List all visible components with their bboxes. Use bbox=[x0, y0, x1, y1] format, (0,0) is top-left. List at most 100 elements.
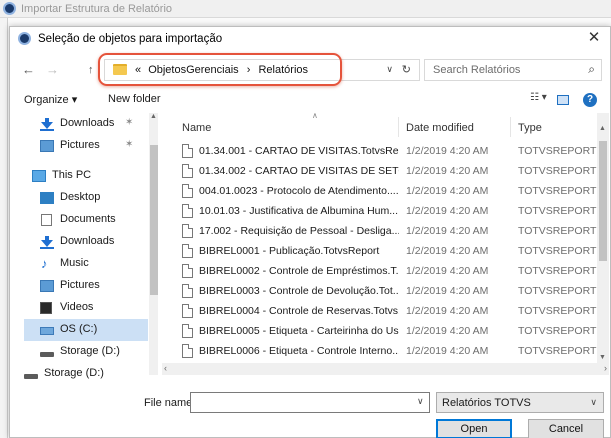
nav-item-label: Music bbox=[60, 257, 89, 269]
file-row[interactable]: BIBREL0005 - Etiqueta - Carteirinha do U… bbox=[162, 321, 602, 342]
address-highlight-annotation bbox=[98, 53, 342, 86]
documents-icon bbox=[41, 214, 52, 226]
music-icon: ♪ bbox=[41, 256, 48, 271]
nav-item-downloads[interactable]: Downloads bbox=[10, 231, 150, 253]
file-list-horizontal-scrollbar[interactable]: ‹ › bbox=[162, 363, 609, 375]
file-row[interactable]: BIBREL0004 - Controle de Reservas.Totvs.… bbox=[162, 301, 602, 322]
file-icon bbox=[182, 184, 193, 198]
file-list-header: ∧ Name Date modified Type bbox=[162, 113, 609, 139]
file-date-cell: 1/2/2019 4:20 AM bbox=[406, 225, 489, 237]
chevron-down-icon[interactable]: ∨ bbox=[417, 396, 424, 407]
file-row[interactable]: BIBREL0003 - Controle de Devolução.Tot..… bbox=[162, 281, 602, 302]
file-type-cell: TOTVSREPORT Fil bbox=[518, 245, 598, 257]
file-row[interactable]: 17.002 - Requisição de Pessoal - Desliga… bbox=[162, 221, 602, 242]
drive-icon bbox=[24, 374, 38, 379]
file-name-cell: BIBREL0002 - Controle de Empréstimos.T..… bbox=[199, 265, 399, 277]
pin-icon[interactable]: ✶ bbox=[125, 139, 133, 150]
scroll-left-icon[interactable]: ‹ bbox=[164, 363, 167, 373]
app-icon bbox=[3, 2, 16, 15]
scroll-right-icon[interactable]: › bbox=[604, 363, 607, 373]
file-type-cell: TOTVSREPORT Fil bbox=[518, 305, 598, 317]
open-button[interactable]: Open bbox=[436, 419, 512, 438]
file-name-label: File name: bbox=[144, 397, 196, 409]
forward-arrow-icon[interactable]: → bbox=[46, 62, 59, 77]
view-options-icon[interactable]: ☷ ▾ bbox=[530, 92, 547, 103]
file-date-cell: 1/2/2019 4:20 AM bbox=[406, 185, 489, 197]
nav-item-label: Pictures bbox=[60, 279, 100, 291]
nav-item-desktop[interactable]: Desktop bbox=[10, 187, 150, 209]
cancel-button[interactable]: Cancel bbox=[528, 419, 604, 438]
file-row[interactable]: 01.34.002 - CARTAO DE VISITAS DE SETOR..… bbox=[162, 161, 602, 182]
file-name-cell: 01.34.001 - CARTAO DE VISITAS.TotvsRep..… bbox=[199, 145, 399, 157]
navigation-pane-scrollbar[interactable]: ▲ bbox=[149, 113, 158, 375]
file-row[interactable]: BIBREL0006 - Etiqueta - Controle Interno… bbox=[162, 341, 602, 362]
nav-item-music[interactable]: ♪ Music bbox=[10, 253, 150, 275]
nav-item-pictures[interactable]: Pictures bbox=[10, 275, 150, 297]
scroll-down-icon[interactable]: ▼ bbox=[599, 354, 606, 361]
scroll-up-icon[interactable]: ▲ bbox=[150, 113, 157, 120]
nav-item-label: Downloads bbox=[60, 235, 115, 247]
column-header-name[interactable]: Name bbox=[182, 122, 211, 134]
file-name-cell: 17.002 - Requisição de Pessoal - Desliga… bbox=[199, 225, 399, 237]
file-row[interactable]: BIBREL0001 - Publicação.TotvsReport 1/2/2… bbox=[162, 241, 602, 262]
file-icon bbox=[182, 344, 193, 358]
computer-icon bbox=[32, 170, 46, 182]
file-icon bbox=[182, 224, 193, 238]
scrollbar-thumb[interactable] bbox=[599, 141, 607, 261]
scrollbar-thumb[interactable] bbox=[150, 145, 158, 295]
outer-window-title: Importar Estrutura de Relatório bbox=[21, 3, 173, 15]
preview-pane-icon[interactable] bbox=[557, 95, 569, 105]
back-arrow-icon[interactable]: ← bbox=[22, 62, 35, 77]
nav-item-downloads-quick[interactable]: Downloads ✶ bbox=[10, 113, 150, 135]
nav-item-pictures-quick[interactable]: Pictures ✶ bbox=[10, 135, 150, 157]
organize-button[interactable]: Organize ▾ bbox=[24, 93, 77, 106]
drive-icon bbox=[40, 327, 54, 335]
file-date-cell: 1/2/2019 4:20 AM bbox=[406, 145, 489, 157]
file-row[interactable]: 10.01.03 - Justificativa de Albumina Hum… bbox=[162, 201, 602, 222]
search-icon[interactable]: ⌕ bbox=[588, 62, 595, 77]
nav-item-storage-d-root[interactable]: Storage (D:) bbox=[10, 363, 150, 385]
navigation-pane: Downloads ✶ Pictures ✶ This PC Desktop D… bbox=[10, 113, 158, 375]
search-input[interactable]: Search Relatórios ⌕ bbox=[424, 59, 602, 81]
nav-item-label: Documents bbox=[60, 213, 116, 225]
file-name-input[interactable] bbox=[190, 392, 430, 413]
column-header-type[interactable]: Type bbox=[518, 122, 542, 134]
column-divider[interactable] bbox=[398, 117, 399, 137]
nav-item-label: Desktop bbox=[60, 191, 101, 203]
file-row[interactable]: 01.34.001 - CARTAO DE VISITAS.TotvsRep..… bbox=[162, 141, 602, 162]
nav-item-os-c[interactable]: OS (C:) bbox=[24, 319, 148, 341]
chevron-down-icon[interactable]: ∨ bbox=[386, 64, 393, 75]
file-list-vertical-scrollbar[interactable]: ▲ ▼ bbox=[597, 113, 609, 363]
close-icon[interactable]: ✕ bbox=[584, 28, 604, 46]
videos-icon bbox=[40, 302, 52, 314]
nav-item-storage-d[interactable]: Storage (D:) bbox=[10, 341, 150, 363]
nav-item-label: OS (C:) bbox=[60, 323, 98, 335]
scroll-up-icon[interactable]: ▲ bbox=[599, 125, 606, 132]
file-row[interactable]: 004.01.0023 - Protocolo de Atendimento..… bbox=[162, 181, 602, 202]
file-row[interactable]: BIBREL0002 - Controle de Empréstimos.T..… bbox=[162, 261, 602, 282]
file-type-cell: TOTVSREPORT Fil bbox=[518, 165, 598, 177]
file-icon bbox=[182, 204, 193, 218]
nav-item-label: This PC bbox=[52, 169, 92, 181]
nav-item-documents[interactable]: Documents bbox=[10, 209, 150, 231]
file-open-dialog: Seleção de objetos para importação ✕ ← →… bbox=[9, 26, 611, 438]
pin-icon[interactable]: ✶ bbox=[125, 117, 133, 128]
help-icon[interactable]: ? bbox=[583, 93, 597, 107]
file-icon bbox=[182, 244, 193, 258]
file-type-cell: TOTVSREPORT Fil bbox=[518, 345, 598, 357]
file-date-cell: 1/2/2019 4:20 AM bbox=[406, 165, 489, 177]
column-divider[interactable] bbox=[510, 117, 511, 137]
nav-item-videos[interactable]: Videos bbox=[10, 297, 150, 319]
new-folder-button[interactable]: New folder bbox=[108, 93, 161, 105]
nav-item-label: Downloads bbox=[60, 117, 115, 129]
file-icon bbox=[182, 144, 193, 158]
file-type-cell: TOTVSREPORT Fil bbox=[518, 265, 598, 277]
column-header-date[interactable]: Date modified bbox=[406, 122, 474, 134]
file-list: ∧ Name Date modified Type 01.34.001 - CA… bbox=[162, 113, 609, 375]
file-date-cell: 1/2/2019 4:20 AM bbox=[406, 345, 489, 357]
refresh-icon[interactable]: ↻ bbox=[402, 63, 411, 76]
file-date-cell: 1/2/2019 4:20 AM bbox=[406, 305, 489, 317]
nav-item-this-pc[interactable]: This PC bbox=[10, 165, 150, 187]
up-arrow-icon[interactable]: ↑ bbox=[88, 64, 94, 76]
file-type-select[interactable]: Relatórios TOTVS ∨ bbox=[436, 392, 604, 413]
